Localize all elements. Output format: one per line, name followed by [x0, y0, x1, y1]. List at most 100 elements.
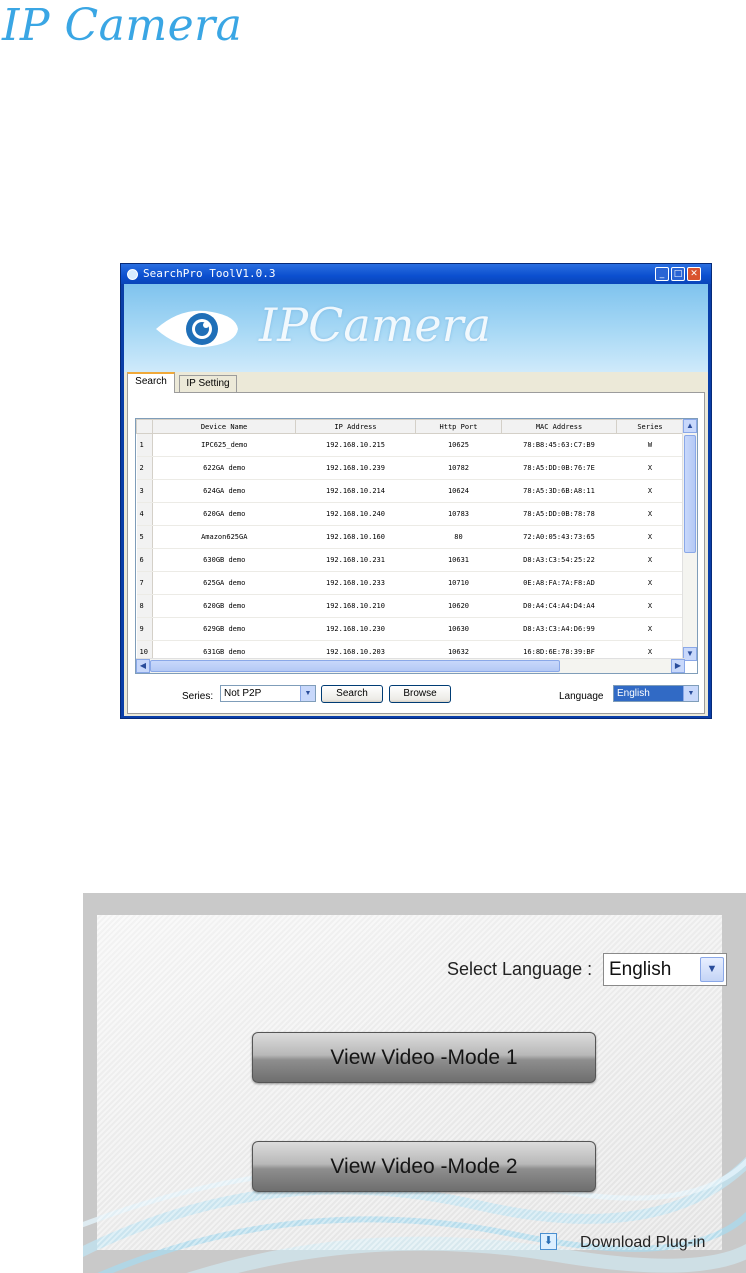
table-cell: IPC625_demo — [152, 433, 296, 457]
row-number: 1 — [136, 433, 153, 457]
table-cell: 10631 — [415, 548, 502, 572]
scroll-up-icon[interactable]: ▲ — [683, 419, 697, 433]
searchpro-window: SearchPro ToolV1.0.3 _ □ ✕ IPCamera Sear… — [120, 263, 712, 719]
table-cell: X — [616, 502, 684, 526]
table-row[interactable]: 5 Amazon625GA 192.168.10.160 80 72:A0:05:43:… — [136, 525, 684, 549]
chevron-down-icon[interactable]: ▼ — [683, 686, 698, 701]
language-select[interactable]: English ▼ — [613, 685, 699, 702]
table-cell: 0E:A8:FA:7A:F8:AD — [501, 571, 617, 595]
table-cell: 10624 — [415, 479, 502, 503]
table-cell: 192.168.10.233 — [295, 571, 416, 595]
web-panel-body: Select Language : English ▼ View Video -… — [83, 915, 746, 1273]
table-cell: D8:A3:C3:A4:D6:99 — [501, 617, 617, 641]
table-cell: X — [616, 456, 684, 480]
table-cell: 10782 — [415, 456, 502, 480]
minimize-button[interactable]: _ — [655, 267, 669, 281]
table-cell: D0:A4:C4:A4:D4:A4 — [501, 594, 617, 618]
table-cell: W — [616, 433, 684, 457]
tab-ip-setting[interactable]: IP Setting — [179, 375, 237, 392]
column-header[interactable]: MAC Address — [501, 419, 617, 434]
browse-button[interactable]: Browse — [389, 685, 451, 703]
maximize-button[interactable]: □ — [671, 267, 685, 281]
vertical-scroll-thumb[interactable] — [684, 435, 696, 553]
table-cell: 80 — [415, 525, 502, 549]
table-cell: X — [616, 525, 684, 549]
table-cell: 72:A0:05:43:73:65 — [501, 525, 617, 549]
row-number: 2 — [136, 456, 153, 480]
app-icon — [127, 269, 138, 280]
row-number: 6 — [136, 548, 153, 572]
table-row[interactable]: 4 620GA demo 192.168.10.240 10783 78:A5:DD:0… — [136, 502, 684, 526]
column-header[interactable]: Series — [616, 419, 684, 434]
table-row[interactable]: 8 620GB demo 192.168.10.210 10620 D0:A4:C4:A… — [136, 594, 684, 618]
language-label: Language — [559, 691, 604, 702]
device-table: Device Name IP Address Http Port MAC Add… — [135, 418, 698, 674]
table-cell: D8:A3:C3:54:25:22 — [501, 548, 617, 572]
table-cell: 192.168.10.231 — [295, 548, 416, 572]
download-icon[interactable]: ⬇ — [540, 1233, 557, 1250]
table-cell: 78:A5:3D:6B:A8:11 — [501, 479, 617, 503]
scroll-right-icon[interactable]: ▶ — [671, 659, 685, 673]
chevron-down-icon[interactable]: ▼ — [300, 686, 315, 701]
table-cell: 624GA demo — [152, 479, 296, 503]
table-cell: 10783 — [415, 502, 502, 526]
table-cell: X — [616, 571, 684, 595]
row-number: 8 — [136, 594, 153, 618]
table-cell: 192.168.10.215 — [295, 433, 416, 457]
table-cell: X — [616, 594, 684, 618]
language-dropdown[interactable]: English ▼ — [603, 953, 727, 986]
scroll-left-icon[interactable]: ◀ — [136, 659, 150, 673]
row-number: 5 — [136, 525, 153, 549]
column-header[interactable] — [136, 419, 153, 434]
table-row[interactable]: 2 622GA demo 192.168.10.239 10782 78:A5:DD:0… — [136, 456, 684, 480]
horizontal-scroll-thumb[interactable] — [150, 660, 560, 672]
close-button[interactable]: ✕ — [687, 267, 701, 281]
table-cell: Amazon625GA — [152, 525, 296, 549]
series-value: Not P2P — [224, 688, 262, 699]
table-cell: 622GA demo — [152, 456, 296, 480]
search-button[interactable]: Search — [321, 685, 383, 703]
title-bar[interactable]: SearchPro ToolV1.0.3 _ □ ✕ — [121, 264, 711, 284]
table-cell: X — [616, 548, 684, 572]
download-plugin-link[interactable]: Download Plug-in — [580, 1234, 705, 1252]
table-cell: 630GB demo — [152, 548, 296, 572]
table-row[interactable]: 7 625GA demo 192.168.10.233 10710 0E:A8:FA:7… — [136, 571, 684, 595]
language-dropdown-value: English — [609, 959, 672, 980]
table-row[interactable]: 9 629GB demo 192.168.10.230 10630 D8:A3:C3:A… — [136, 617, 684, 641]
row-number: 9 — [136, 617, 153, 641]
table-cell: 10620 — [415, 594, 502, 618]
view-video-mode2-button[interactable]: View Video -Mode 2 — [252, 1141, 596, 1192]
table-cell: 10630 — [415, 617, 502, 641]
series-select[interactable]: Not P2P ▼ — [220, 685, 316, 702]
table-row[interactable]: 6 630GB demo 192.168.10.231 10631 D8:A3:C3:5… — [136, 548, 684, 572]
table-cell: 192.168.10.240 — [295, 502, 416, 526]
table-cell: 192.168.10.210 — [295, 594, 416, 618]
window-title: SearchPro ToolV1.0.3 — [143, 267, 276, 280]
table-row[interactable]: 1 IPC625_demo 192.168.10.215 10625 78:B8:45:… — [136, 433, 684, 457]
table-cell: 192.168.10.239 — [295, 456, 416, 480]
table-cell: 192.168.10.160 — [295, 525, 416, 549]
column-header[interactable]: IP Address — [295, 419, 416, 434]
vertical-scrollbar[interactable]: ▲ ▼ — [682, 419, 697, 661]
table-cell: 620GB demo — [152, 594, 296, 618]
brand-title: IP Camera — [2, 0, 243, 51]
row-number: 3 — [136, 479, 153, 503]
tab-search[interactable]: Search — [127, 372, 175, 393]
view-video-mode1-button[interactable]: View Video -Mode 1 — [252, 1032, 596, 1083]
row-number: 4 — [136, 502, 153, 526]
series-label: Series: — [182, 691, 214, 702]
app-banner: IPCamera — [124, 284, 708, 372]
language-value: English — [617, 688, 650, 699]
horizontal-scrollbar[interactable]: ◀ ▶ — [136, 658, 685, 673]
scroll-down-icon[interactable]: ▼ — [683, 647, 697, 661]
web-login-panel: Select Language : English ▼ View Video -… — [83, 893, 746, 1273]
table-row[interactable]: 3 624GA demo 192.168.10.214 10624 78:A5:3D:6… — [136, 479, 684, 503]
column-header[interactable]: Http Port — [415, 419, 502, 434]
chevron-down-icon[interactable]: ▼ — [700, 957, 724, 982]
table-cell: 10710 — [415, 571, 502, 595]
table-cell: 78:A5:DD:0B:78:78 — [501, 502, 617, 526]
column-header[interactable]: Device Name — [152, 419, 296, 434]
banner-title: IPCamera — [259, 298, 491, 352]
window-client: IPCamera Search IP Setting Device Name I… — [124, 284, 708, 716]
table-cell: 192.168.10.230 — [295, 617, 416, 641]
